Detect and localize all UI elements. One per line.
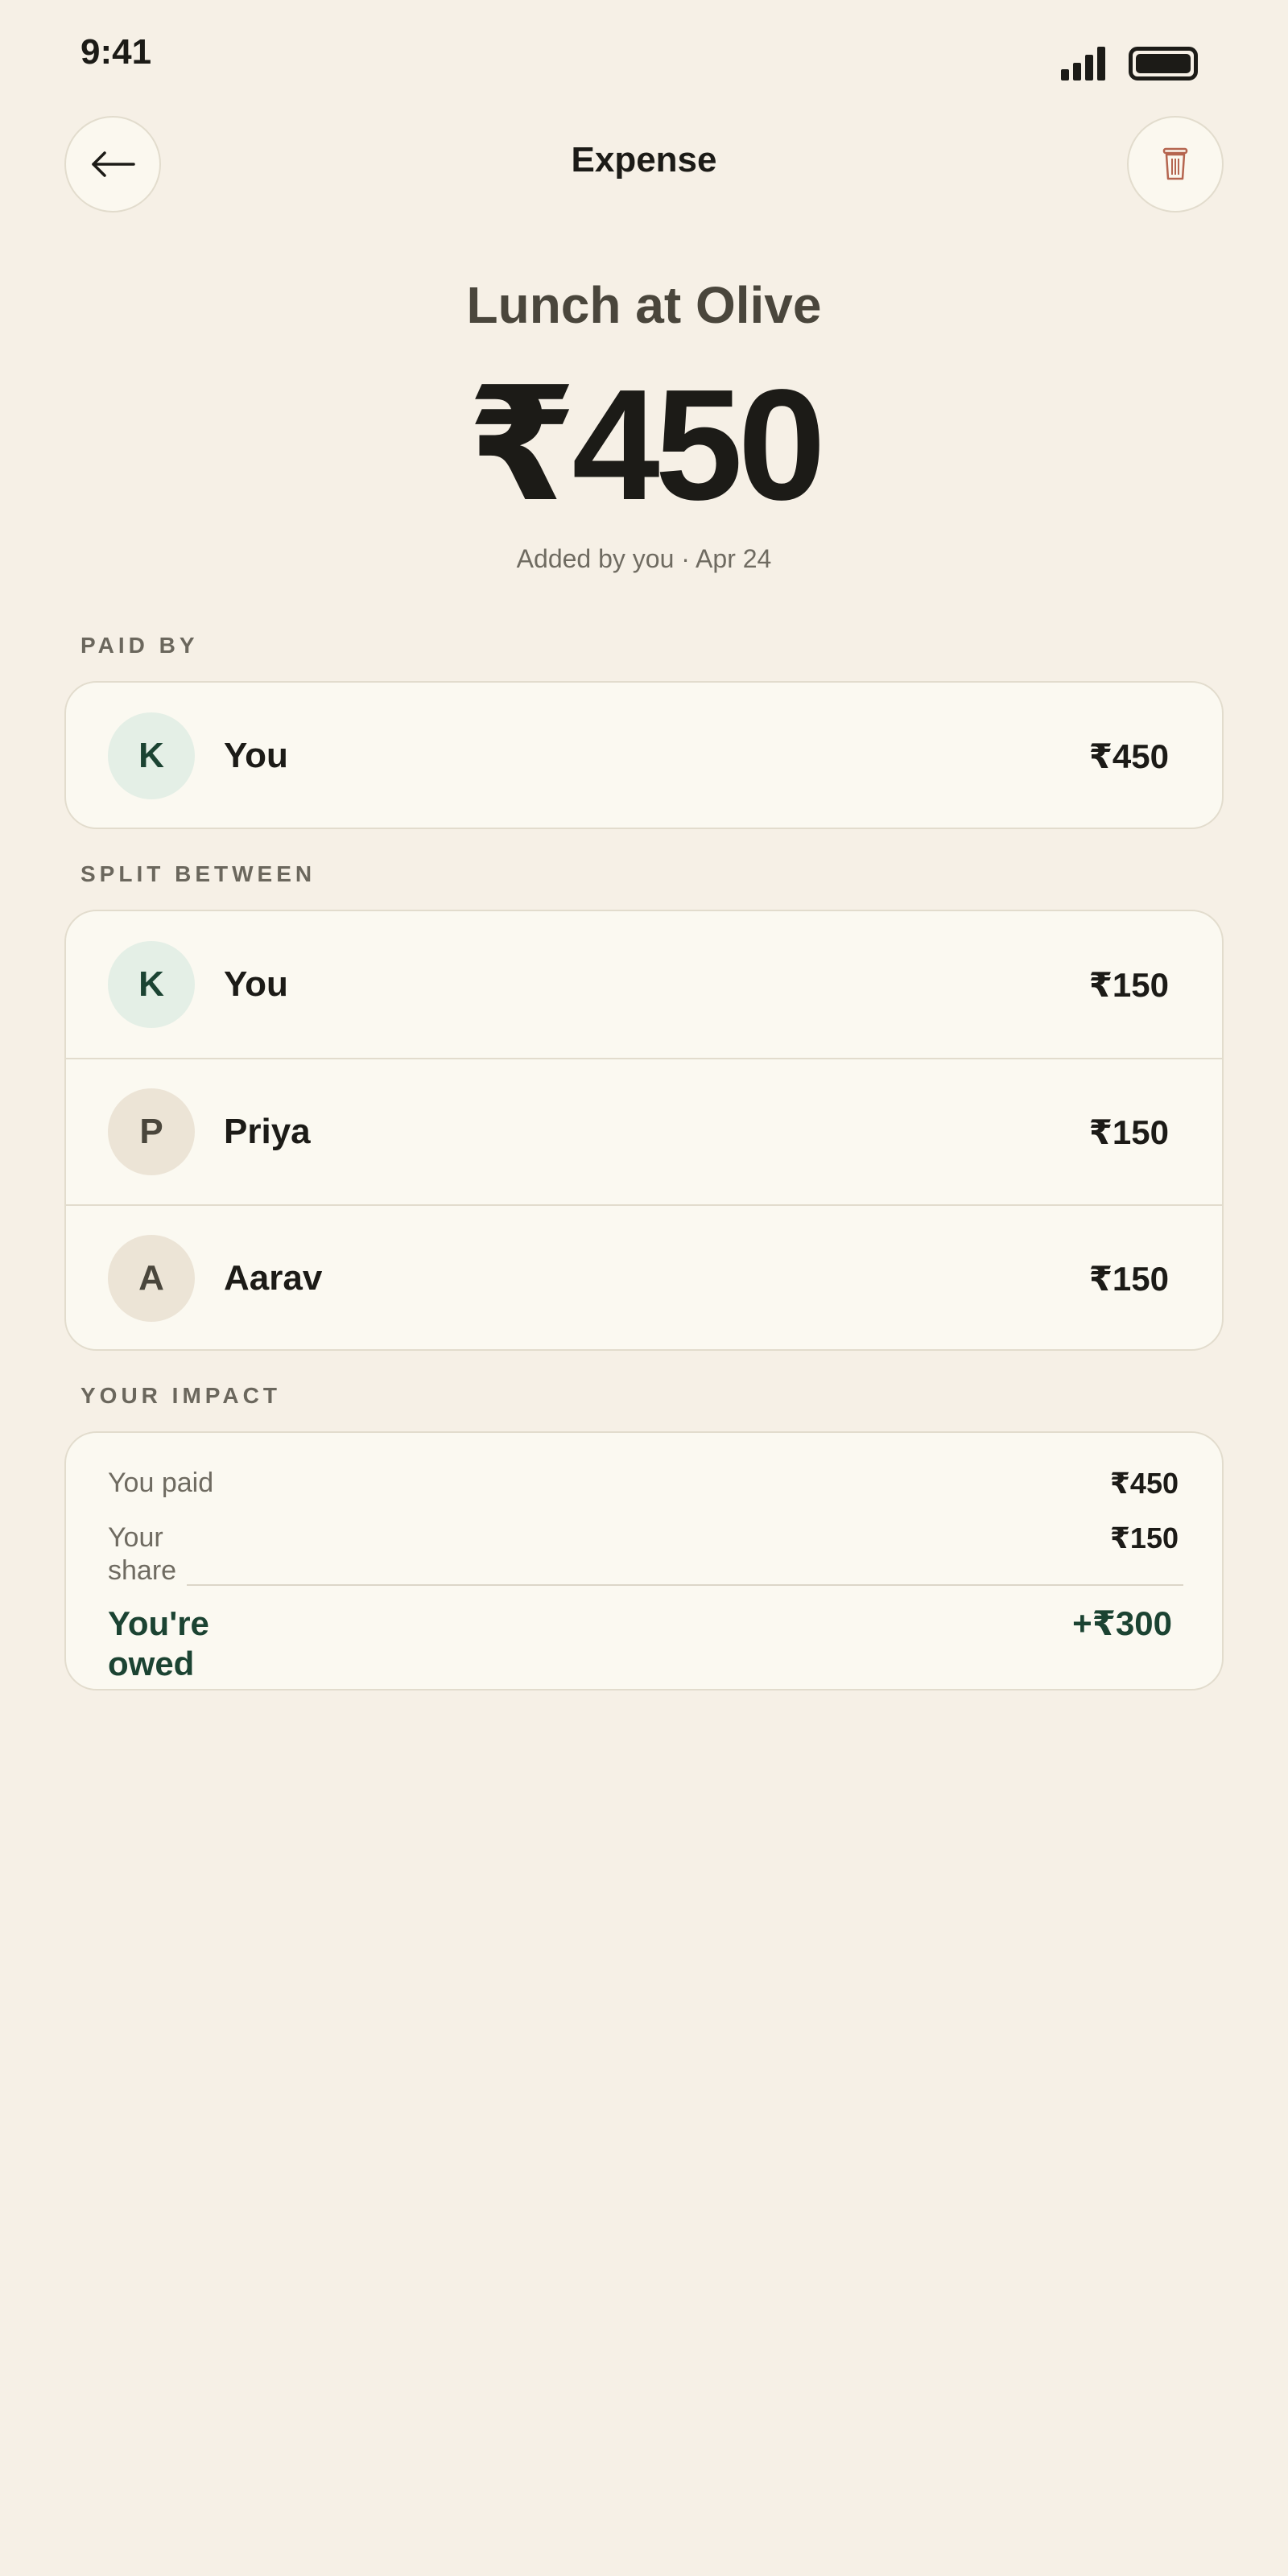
split-row[interactable]: K You ₹150 <box>66 911 1222 1058</box>
member-name: You <box>224 964 288 1004</box>
split-row[interactable]: P Priya ₹150 <box>66 1058 1222 1204</box>
member-amount: ₹150 <box>1088 965 1169 1004</box>
avatar: K <box>108 941 195 1028</box>
impact-card: You paid ₹450 Your share ₹150 You're owe… <box>64 1431 1224 1690</box>
expense-title: Lunch at Olive <box>466 276 822 334</box>
member-name: You <box>224 736 288 775</box>
impact-paid-label: You paid <box>108 1468 214 1498</box>
split-between-label: SPLIT BETWEEN <box>80 861 316 886</box>
battery-icon <box>1129 47 1198 80</box>
expense-meta: Added by you · Apr 24 <box>516 544 772 573</box>
member-name: Priya <box>224 1112 311 1151</box>
trash-icon <box>1162 147 1188 180</box>
paid-by-label: PAID BY <box>80 633 199 658</box>
split-row[interactable]: A Aarav ₹150 <box>66 1204 1222 1349</box>
signal-icon <box>1061 45 1106 80</box>
delete-button[interactable] <box>1127 116 1224 213</box>
member-amount: ₹150 <box>1088 1113 1169 1151</box>
member-amount: ₹450 <box>1088 737 1169 775</box>
expense-detail-screen: 9:41 Expense Lunch at Olive ₹450 Added b… <box>0 0 1288 2576</box>
impact-share-row: Your share ₹150 <box>108 1521 1179 1587</box>
impact-divider <box>187 1584 1183 1586</box>
status-time: 9:41 <box>80 32 152 72</box>
impact-paid-value: ₹450 <box>1109 1467 1179 1500</box>
impact-paid-row: You paid ₹450 <box>108 1467 1179 1501</box>
member-amount: ₹150 <box>1088 1259 1169 1298</box>
impact-owed-row: You're owed +₹300 <box>108 1604 1179 1685</box>
page-title: Expense <box>571 140 717 180</box>
paid-by-card: K You ₹450 <box>64 681 1224 829</box>
split-between-card: K You ₹150 P Priya ₹150 A Aarav ₹150 <box>64 910 1224 1351</box>
member-name: Aarav <box>224 1258 323 1298</box>
expense-amount: ₹450 <box>467 357 825 533</box>
paid-by-row[interactable]: K You ₹450 <box>66 683 1222 828</box>
impact-owed-label: You're owed <box>108 1604 209 1683</box>
avatar: P <box>108 1088 195 1175</box>
impact-share-value: ₹150 <box>1109 1521 1179 1554</box>
your-impact-label: YOUR IMPACT <box>80 1383 281 1408</box>
impact-share-label: Your share <box>108 1522 177 1586</box>
impact-owed-value: +₹300 <box>1072 1604 1172 1642</box>
avatar: A <box>108 1235 195 1322</box>
avatar: K <box>108 712 195 799</box>
